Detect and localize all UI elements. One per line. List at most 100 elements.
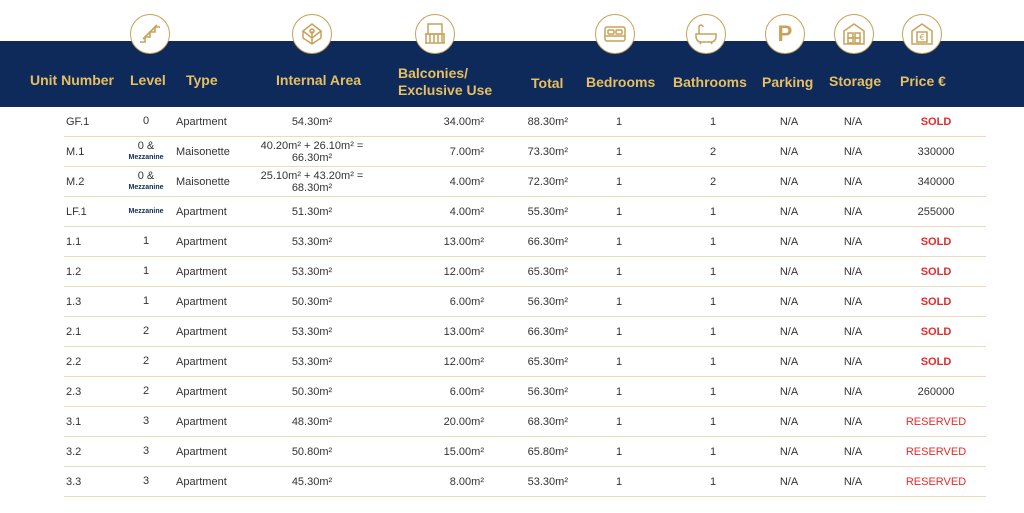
type-cell: Apartment [176, 385, 227, 398]
table-row: LF.1 Mezzanine Apartment 51.30m² 4.00m² 55.30… [64, 197, 986, 227]
storage-cell: N/A [843, 385, 863, 398]
floor-plan-icon [292, 14, 332, 54]
balcony-cell: 15.00m² [443, 445, 484, 458]
price-cell: SOLD [920, 115, 952, 128]
balcony-cell: 4.00m² [449, 205, 484, 218]
header-balconies: Balconies/ Exclusive Use [398, 65, 492, 99]
total-cell: 66.30m² [527, 325, 568, 338]
level-cell: 3 [126, 407, 166, 436]
bathrooms-cell: 1 [709, 205, 717, 218]
bathrooms-cell: 2 [709, 145, 717, 158]
internal-area-cell: 53.30m² [291, 265, 333, 278]
bathrooms-cell: 1 [709, 445, 717, 458]
storage-cell: N/A [843, 115, 863, 128]
price-cell: RESERVED [905, 445, 967, 458]
total-cell: 88.30m² [527, 115, 568, 128]
balcony-cell: 13.00m² [443, 235, 484, 248]
price-cell: SOLD [920, 355, 952, 368]
level-cell: 2 [126, 377, 166, 406]
total-cell: 56.30m² [527, 385, 568, 398]
bedrooms-cell: 1 [615, 355, 623, 368]
price-cell: RESERVED [905, 415, 967, 428]
header-balconies-line1: Balconies/ [398, 65, 469, 81]
svg-text:€: € [919, 33, 924, 42]
price-cell: 340000 [917, 175, 955, 188]
total-cell: 65.80m² [527, 445, 568, 458]
header-total: Total [531, 75, 564, 91]
bathrooms-cell: 1 [709, 385, 717, 398]
table-row: 3.1 3 Apartment 48.30m² 20.00m² 68.30m² 1 1 N/A N… [64, 407, 986, 437]
parking-cell: N/A [779, 115, 799, 128]
level-value: 0 & [137, 169, 155, 182]
parking-cell: N/A [779, 355, 799, 368]
header-storage: Storage [829, 73, 882, 89]
level-cell: 0 & Mezzanine [126, 137, 166, 166]
bedrooms-cell: 1 [615, 415, 623, 428]
internal-area-cell: 40.20m² + 26.10m² = 66.30m² [260, 139, 364, 164]
bathrooms-cell: 1 [709, 295, 717, 308]
type-cell: Apartment [176, 295, 227, 308]
level-cell: 1 [126, 257, 166, 286]
price-cell: 330000 [917, 145, 955, 158]
table-row: GF.1 0 Apartment 54.30m² 34.00m² 88.30m² 1 1 N/A… [64, 107, 986, 137]
level-sub-label: Mezzanine [128, 153, 164, 161]
level-value: 2 [142, 385, 150, 397]
price-cell: 255000 [917, 205, 955, 218]
level-cell: 0 & Mezzanine [126, 167, 166, 196]
table-row: 1.3 1 Apartment 50.30m² 6.00m² 56.30m² 1 1 N/A N/… [64, 287, 986, 317]
parking-cell: N/A [779, 265, 799, 278]
balcony-cell: 6.00m² [449, 295, 484, 308]
header-bathrooms: Bathrooms [673, 74, 747, 90]
total-cell: 73.30m² [527, 145, 568, 158]
parking-cell: N/A [779, 445, 799, 458]
level-cell: Mezzanine [126, 197, 166, 226]
type-cell: Apartment [176, 415, 227, 428]
balcony-cell: 6.00m² [449, 385, 484, 398]
bathtub-icon [686, 14, 726, 54]
parking-cell: N/A [779, 415, 799, 428]
price-cell: RESERVED [905, 475, 967, 488]
internal-area-cell: 51.30m² [291, 205, 333, 218]
type-cell: Apartment [176, 265, 227, 278]
parking-cell: N/A [779, 235, 799, 248]
type-cell: Apartment [176, 325, 227, 338]
bedrooms-cell: 1 [615, 295, 623, 308]
balcony-cell: 12.00m² [443, 355, 484, 368]
table-row: 2.3 2 Apartment 50.30m² 6.00m² 56.30m² 1 1 N/A N/… [64, 377, 986, 407]
storage-cell: N/A [843, 475, 863, 488]
type-cell: Apartment [176, 115, 227, 128]
level-value: 3 [142, 415, 150, 427]
price-cell: SOLD [920, 295, 952, 308]
internal-area-cell: 53.30m² [291, 235, 333, 248]
bathrooms-cell: 2 [709, 175, 717, 188]
bathrooms-cell: 1 [709, 265, 717, 278]
internal-area-cell: 53.30m² [291, 355, 333, 368]
internal-area-cell: 50.80m² [291, 445, 333, 458]
header-price: Price € [900, 73, 946, 89]
header-internal-area: Internal Area [276, 72, 362, 88]
type-cell: Maisonette [176, 175, 230, 188]
table-row: M.2 0 & Mezzanine Maisonette 25.10m² + 43.20… [64, 167, 986, 197]
balcony-icon [415, 14, 455, 54]
bedrooms-cell: 1 [615, 205, 623, 218]
type-cell: Apartment [176, 475, 227, 488]
bedrooms-cell: 1 [615, 385, 623, 398]
bathrooms-cell: 1 [709, 115, 717, 128]
parking-cell: N/A [779, 205, 799, 218]
header-bedrooms: Bedrooms [586, 74, 656, 90]
storage-cell: N/A [843, 235, 863, 248]
type-cell: Maisonette [176, 145, 230, 158]
storage-cell: N/A [843, 175, 863, 188]
table-row: M.1 0 & Mezzanine Maisonette 40.20m² + 26.10… [64, 137, 986, 167]
storage-cell: N/A [843, 325, 863, 338]
bathrooms-cell: 1 [709, 355, 717, 368]
level-cell: 1 [126, 227, 166, 256]
header-level: Level [130, 72, 166, 88]
internal-area-cell: 45.30m² [291, 475, 333, 488]
level-cell: 3 [126, 437, 166, 466]
storage-icon [834, 14, 874, 54]
bathrooms-cell: 1 [709, 235, 717, 248]
price-cell: SOLD [920, 265, 952, 278]
internal-area-cell: 53.30m² [291, 325, 333, 338]
bedrooms-cell: 1 [615, 115, 623, 128]
